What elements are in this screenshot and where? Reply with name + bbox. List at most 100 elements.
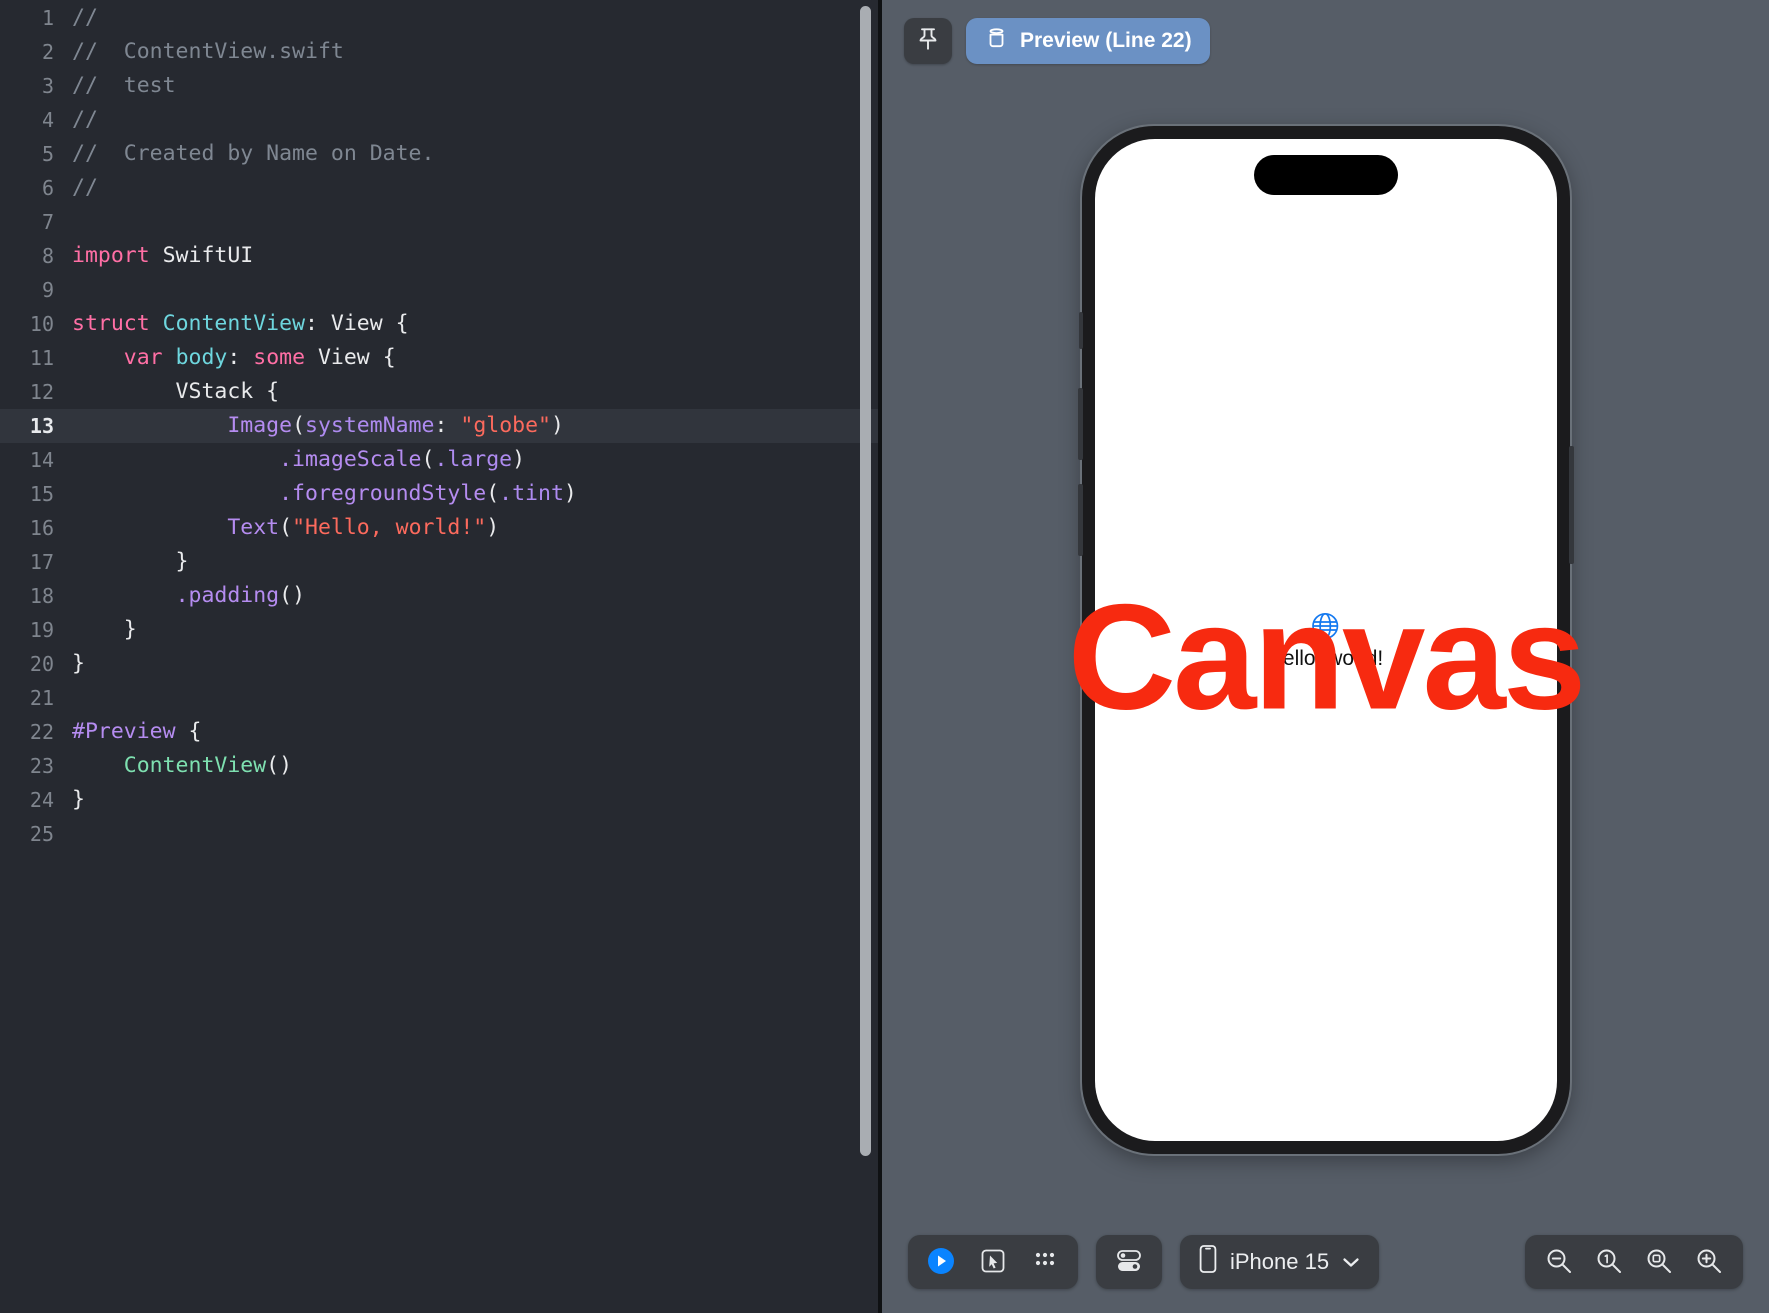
line-number: 24 xyxy=(29,788,54,812)
line-number: 3 xyxy=(41,74,54,98)
device-selector-dropdown[interactable]: iPhone 15 xyxy=(1180,1235,1380,1289)
line-number: 25 xyxy=(29,822,54,846)
line-number: 23 xyxy=(29,754,54,778)
globe-icon xyxy=(1308,609,1342,643)
line-text: Text("Hello, world!") xyxy=(227,515,500,540)
zoom-to-fit-button[interactable] xyxy=(1639,1242,1679,1282)
line-number: 9 xyxy=(41,278,54,302)
line-text: // xyxy=(72,5,98,30)
line-number: 21 xyxy=(29,686,54,710)
code-line-20[interactable]: 20} xyxy=(0,647,882,681)
code-line-1[interactable]: 1 // xyxy=(0,1,882,35)
line-number: 19 xyxy=(29,618,54,642)
line-text: .imageScale(.large) xyxy=(279,447,526,472)
line-number: 17 xyxy=(29,550,54,574)
line-number: 10 xyxy=(29,312,54,336)
line-number: 14 xyxy=(29,448,54,472)
line-number: 11 xyxy=(29,346,54,370)
code-line-5[interactable]: 5 // Created by Name on Date. xyxy=(0,137,882,171)
preview-hello-text: Hello, world! xyxy=(1267,647,1384,670)
line-text: } xyxy=(72,549,189,574)
line-text: // Created by Name on Date. xyxy=(72,141,435,166)
code-line-13[interactable]: 13 Image(systemName: "globe") xyxy=(0,409,882,443)
line-text: // xyxy=(72,107,98,132)
code-line-4[interactable]: 4 // xyxy=(0,103,882,137)
code-line-15[interactable]: 15 .foregroundStyle(.tint) xyxy=(0,477,882,511)
zoom-controls-group xyxy=(1525,1235,1743,1289)
code-line-6[interactable]: 6 // xyxy=(0,171,882,205)
code-line-18[interactable]: 18 .padding() xyxy=(0,579,882,613)
editor-scrollbar[interactable] xyxy=(858,0,872,1313)
line-number: 12 xyxy=(29,380,54,404)
code-line-25[interactable]: 25 xyxy=(0,817,882,851)
preview-vstack: Hello, world! xyxy=(1267,609,1384,671)
selectable-mode-button[interactable] xyxy=(970,1241,1016,1283)
preview-canvas-pane: Preview (Line 22) Canvas Hello, world! i… xyxy=(882,0,1769,1313)
canvas-bottom-toolbar: iPhone 15 xyxy=(908,1235,1743,1289)
play-icon xyxy=(926,1246,956,1279)
cursor-select-icon xyxy=(979,1247,1007,1278)
zoom-out-button[interactable] xyxy=(1539,1242,1579,1282)
code-line-2[interactable]: 2 // ContentView.swift xyxy=(0,35,882,69)
live-preview-play-button[interactable] xyxy=(918,1241,964,1283)
line-number: 6 xyxy=(41,176,54,200)
silent-switch-button xyxy=(1078,312,1083,349)
chevron-down-icon xyxy=(1341,1249,1361,1275)
line-number: 4 xyxy=(41,108,54,132)
line-number: 18 xyxy=(29,584,54,608)
source-editor-pane[interactable]: 1 // 2 // ContentView.swift 3 // test 4 // 5 // C… xyxy=(0,0,882,1313)
code-line-24[interactable]: 24} xyxy=(0,783,882,817)
line-number: 16 xyxy=(29,516,54,540)
code-line-22[interactable]: 22 #Preview { xyxy=(0,715,882,749)
magnifier-fit-icon xyxy=(1644,1246,1674,1279)
code-line-23[interactable]: 23 ContentView() xyxy=(0,749,882,783)
code-line-10[interactable]: 10 struct ContentView: View { xyxy=(0,307,882,341)
line-text: struct ContentView: View { xyxy=(72,311,409,336)
zoom-actual-size-button[interactable] xyxy=(1589,1242,1629,1282)
editor-scrollbar-thumb[interactable] xyxy=(860,6,871,1156)
code-line-16[interactable]: 16 Text("Hello, world!") xyxy=(0,511,882,545)
power-button xyxy=(1568,446,1574,564)
code-line-9[interactable]: 9 xyxy=(0,273,882,307)
code-line-3[interactable]: 3 // test xyxy=(0,69,882,103)
line-text: // ContentView.swift xyxy=(72,39,344,64)
line-text: // test xyxy=(72,73,176,98)
line-text: // xyxy=(72,175,98,200)
line-text: } xyxy=(72,617,137,642)
device-settings-group xyxy=(1096,1235,1162,1289)
line-text: } xyxy=(72,651,85,676)
code-line-8[interactable]: 8 import SwiftUI xyxy=(0,239,882,273)
device-settings-button[interactable] xyxy=(1106,1241,1152,1283)
preview-variants-button[interactable] xyxy=(1022,1241,1068,1283)
device-name-label: iPhone 15 xyxy=(1230,1249,1330,1274)
device-screen[interactable]: Hello, world! xyxy=(1094,139,1557,1141)
code-line-19[interactable]: 19 } xyxy=(0,613,882,647)
line-text: VStack { xyxy=(72,379,280,404)
line-number: 8 xyxy=(41,244,54,268)
preview-box-icon xyxy=(984,26,1009,57)
pin-preview-button[interactable] xyxy=(904,18,952,64)
magnifier-one-icon xyxy=(1594,1246,1624,1279)
zoom-in-button[interactable] xyxy=(1689,1242,1729,1282)
code-line-11[interactable]: 11 var body: some View { xyxy=(0,341,882,375)
canvas-top-toolbar: Preview (Line 22) xyxy=(904,18,1210,64)
code-line-14[interactable]: 14 .imageScale(.large) xyxy=(0,443,882,477)
pin-icon xyxy=(916,26,940,57)
code-line-12[interactable]: 12 VStack { xyxy=(0,375,882,409)
volume-down-button xyxy=(1077,484,1083,556)
line-text: .foregroundStyle(.tint) xyxy=(279,481,577,506)
preview-selector-chip[interactable]: Preview (Line 22) xyxy=(966,18,1210,64)
device-frame-iphone: Hello, world! xyxy=(1077,126,1574,1154)
line-text: #Preview { xyxy=(72,719,202,744)
volume-up-button xyxy=(1077,388,1083,460)
code-lines-container[interactable]: 1 // 2 // ContentView.swift 3 // test 4 // 5 // C… xyxy=(0,0,882,1313)
preview-chip-label: Preview (Line 22) xyxy=(1020,29,1192,52)
xcode-editor-window: 1 // 2 // ContentView.swift 3 // test 4 // 5 // C… xyxy=(0,0,1769,1313)
code-line-7[interactable]: 7 xyxy=(0,205,882,239)
line-number: 7 xyxy=(41,210,54,234)
line-number: 20 xyxy=(29,652,54,676)
code-line-17[interactable]: 17 } xyxy=(0,545,882,579)
iphone-device-icon xyxy=(1198,1244,1218,1280)
code-line-21[interactable]: 21 xyxy=(0,681,882,715)
dynamic-island xyxy=(1253,155,1398,195)
